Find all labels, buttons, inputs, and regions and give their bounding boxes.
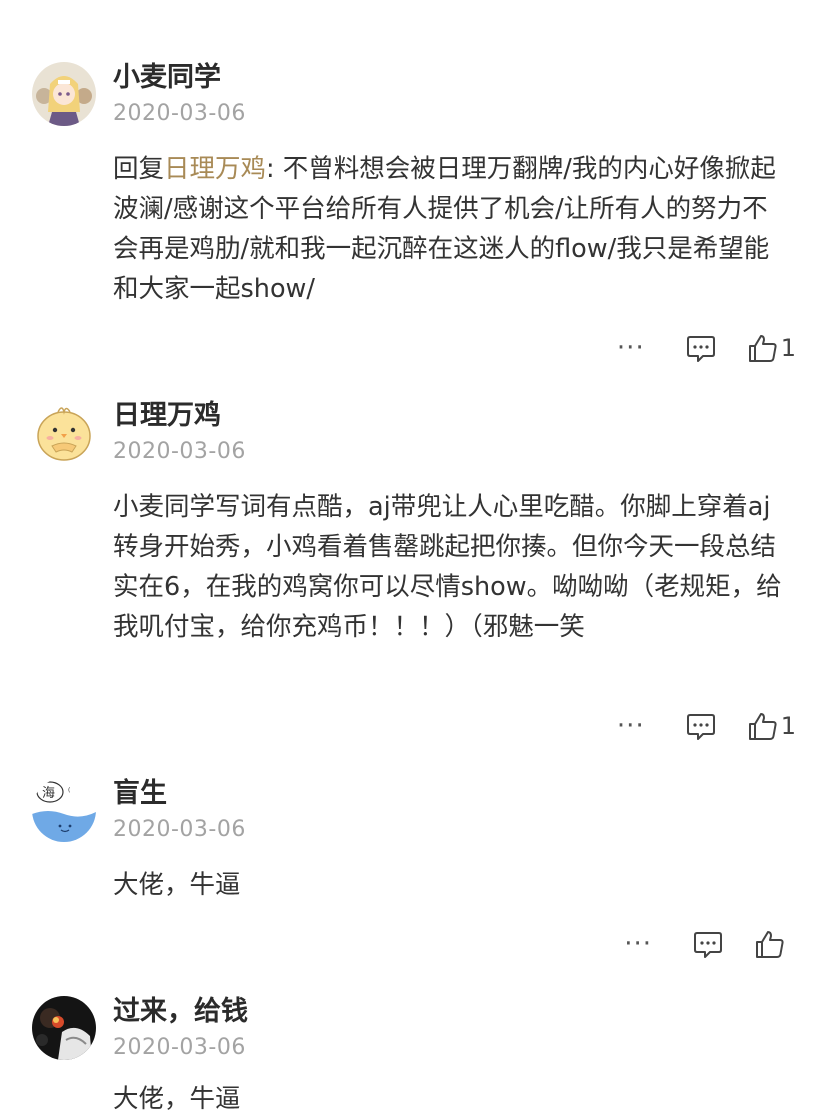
like-count: 1 bbox=[780, 334, 796, 362]
thumbs-up-icon bbox=[748, 335, 777, 362]
comment-text: 回复日理万鸡: 不曾料想会被日理万翻牌/我的内心好像掀起波澜/感谢这个平台给所有… bbox=[113, 149, 788, 309]
thumbs-up-icon bbox=[748, 713, 777, 740]
comment-text: 大佬，牛逼 bbox=[113, 870, 241, 900]
comment-text: 大佬，牛逼 bbox=[113, 1084, 241, 1114]
sea-drawing-avatar[interactable]: 海 ( bbox=[32, 778, 96, 842]
chat-bubble-icon bbox=[686, 336, 715, 362]
chat-bubble-icon bbox=[694, 932, 722, 958]
thumbs-up-icon bbox=[756, 931, 784, 958]
comment-actions: ··· 1 bbox=[617, 330, 796, 366]
reply-prefix: 回复 bbox=[113, 154, 165, 184]
reply-button[interactable] bbox=[685, 710, 717, 742]
chat-bubble-icon bbox=[686, 714, 715, 740]
comment-date: 2020-03-06 bbox=[113, 101, 246, 126]
comment-actions: ··· bbox=[624, 926, 788, 962]
like-count: 1 bbox=[780, 712, 796, 740]
comment-date: 2020-03-06 bbox=[113, 1035, 246, 1060]
reply-button[interactable] bbox=[692, 928, 724, 960]
comment-actions: ··· 1 bbox=[617, 708, 796, 744]
comment-date: 2020-03-06 bbox=[113, 439, 246, 464]
like-button[interactable]: 1 bbox=[747, 710, 796, 742]
more-options-button[interactable]: ··· bbox=[617, 335, 645, 361]
more-options-button[interactable]: ··· bbox=[617, 713, 645, 739]
author-name[interactable]: 小麦同学 bbox=[113, 62, 221, 94]
reply-colon: : bbox=[266, 154, 283, 184]
author-name[interactable]: 过来，给钱 bbox=[113, 996, 248, 1028]
author-name[interactable]: 盲生 bbox=[113, 778, 167, 810]
avatar-sea-character: 海 bbox=[42, 786, 55, 801]
chick-avatar[interactable] bbox=[32, 400, 96, 464]
reply-mention-link[interactable]: 日理万鸡 bbox=[164, 154, 266, 184]
comment-date: 2020-03-06 bbox=[113, 817, 246, 842]
more-options-button[interactable]: ··· bbox=[624, 931, 652, 957]
dark-photo-avatar[interactable] bbox=[32, 996, 96, 1060]
anime-girl-avatar[interactable] bbox=[32, 62, 96, 126]
like-button[interactable]: 1 bbox=[747, 332, 796, 364]
reply-button[interactable] bbox=[685, 332, 717, 364]
svg-text:(: ( bbox=[68, 787, 70, 794]
author-name[interactable]: 日理万鸡 bbox=[113, 400, 221, 432]
comment-text: 小麦同学写词有点酷，aj带兜让人心里吃醋。你脚上穿着aj转身开始秀，小鸡看着售罄… bbox=[113, 492, 782, 642]
like-button[interactable] bbox=[754, 928, 788, 960]
